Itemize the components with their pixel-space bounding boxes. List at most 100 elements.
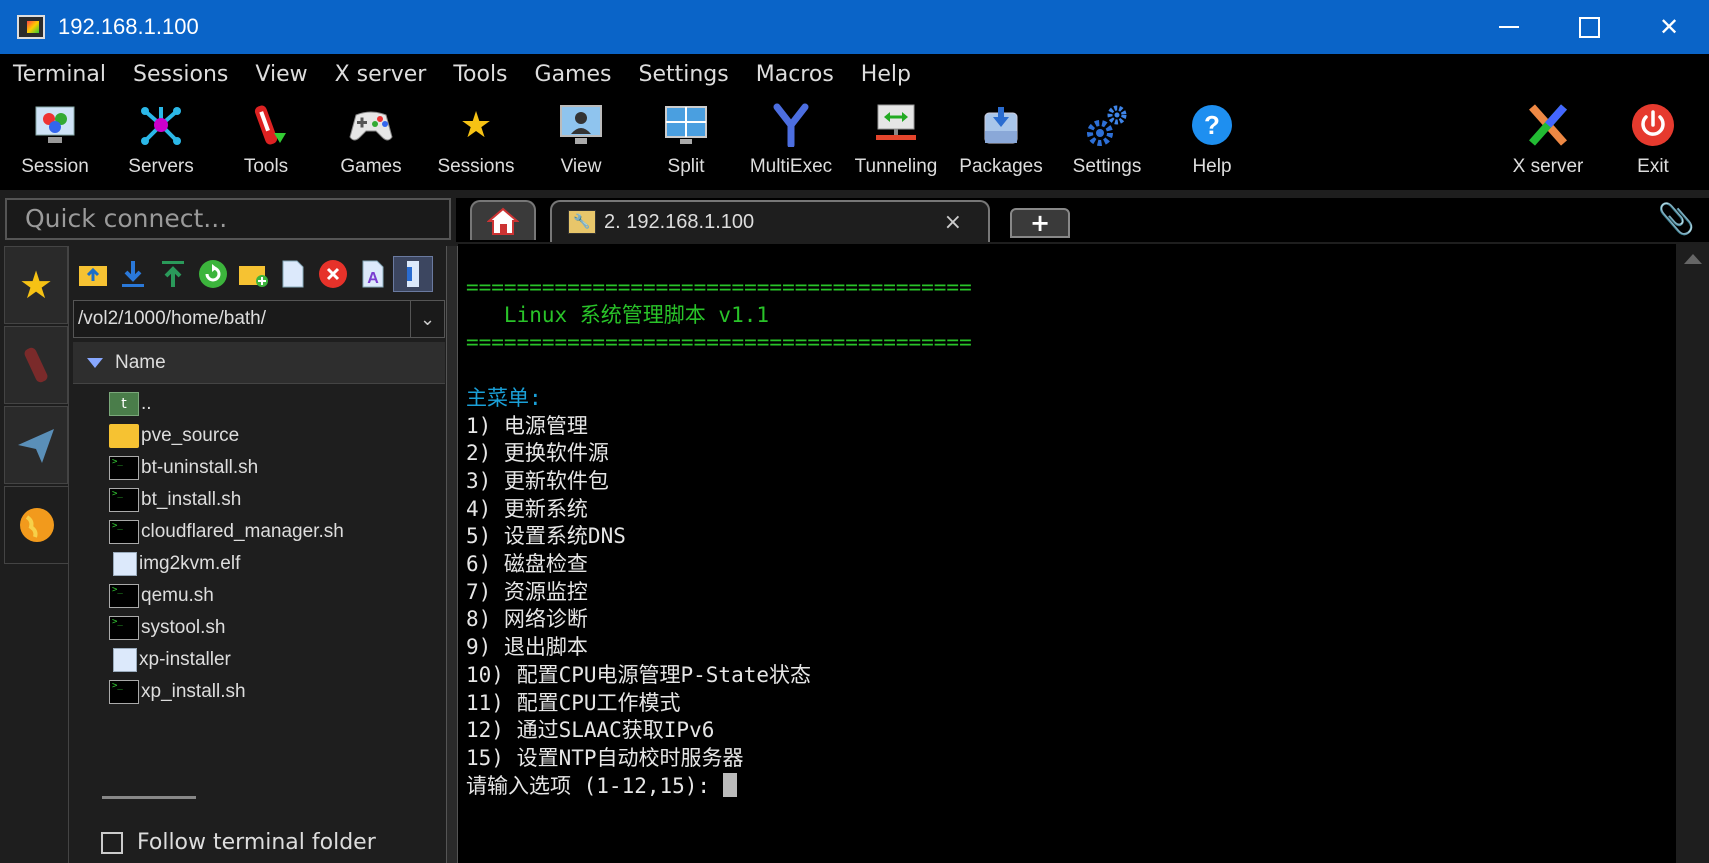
terminal-scrollbar[interactable] — [1676, 244, 1709, 863]
new-folder-button[interactable] — [233, 256, 273, 292]
servers-button[interactable]: Servers — [108, 98, 214, 186]
terminal-option: 12) 通过SLAAC获取IPv6 — [466, 718, 715, 743]
terminal-option: 1) 电源管理 — [466, 413, 588, 438]
star-icon: ★ — [18, 263, 54, 307]
list-item[interactable]: systool.sh — [109, 612, 449, 644]
menu-terminal[interactable]: Terminal — [13, 62, 106, 87]
script-icon — [109, 520, 139, 544]
download-icon — [122, 261, 144, 287]
menu-macros[interactable]: Macros — [756, 62, 834, 87]
tools-button[interactable]: Tools — [213, 98, 319, 186]
xserver-icon — [1525, 102, 1571, 148]
panel-splitter[interactable] — [102, 796, 196, 799]
sftp-panel: A /vol2/1000/home/bath/ ⌄ Name t.. pve_s… — [68, 246, 446, 863]
menu-help[interactable]: Help — [861, 62, 911, 87]
menu-settings[interactable]: Settings — [639, 62, 729, 87]
menu-x-server[interactable]: X server — [335, 62, 427, 87]
list-item[interactable]: xp-installer — [109, 644, 449, 676]
window-title: 192.168.1.100 — [58, 14, 199, 39]
upload-button[interactable] — [153, 256, 193, 292]
sidebar-sftp-tab[interactable] — [4, 486, 68, 564]
new-tab-button[interactable]: + — [1010, 208, 1070, 238]
list-item[interactable]: t.. — [109, 388, 449, 420]
sidebar-tools-tab[interactable] — [4, 326, 68, 404]
svg-text:A: A — [367, 270, 379, 287]
refresh-icon — [199, 260, 227, 288]
app-icon — [17, 15, 45, 39]
script-icon — [109, 456, 139, 480]
close-button[interactable]: ✕ — [1629, 0, 1709, 54]
settings-button[interactable]: Settings — [1054, 98, 1160, 186]
refresh-button[interactable] — [193, 256, 233, 292]
terminal-option: 15) 设置NTP自动校时服务器 — [466, 745, 744, 770]
exit-button[interactable]: Exit — [1600, 98, 1706, 186]
checkbox[interactable] — [101, 831, 123, 854]
delete-button[interactable] — [313, 256, 353, 292]
list-item[interactable]: bt_install.sh — [109, 484, 449, 516]
script-icon — [109, 488, 139, 512]
terminal-option: 5) 设置系统DNS — [466, 524, 626, 549]
properties-icon — [407, 261, 419, 287]
view-button[interactable]: View — [528, 98, 634, 186]
sessions-button[interactable]: ★ Sessions — [423, 98, 529, 186]
menu-tools[interactable]: Tools — [453, 62, 507, 87]
tunneling-icon — [873, 102, 919, 148]
pane-divider[interactable] — [446, 246, 458, 863]
terminal-cursor — [722, 772, 737, 797]
key-icon: 🔧 — [568, 210, 596, 234]
terminal-option: 6) 磁盘检查 — [466, 552, 588, 577]
menu-games[interactable]: Games — [535, 62, 612, 87]
menu-bar: Terminal Sessions View X server Tools Ga… — [0, 54, 1709, 94]
chevron-down-icon[interactable]: ⌄ — [410, 301, 444, 337]
paperclip-icon[interactable]: 📎 — [1658, 202, 1695, 237]
upload-icon — [162, 261, 184, 287]
sidebar-macros-tab[interactable] — [4, 406, 68, 484]
list-item[interactable]: cloudflared_manager.sh — [109, 516, 449, 548]
toolbar: Session Servers Tools Games ★ Sessions V… — [0, 94, 1709, 190]
list-item[interactable]: bt-uninstall.sh — [109, 452, 449, 484]
terminal-option: 11) 配置CPU工作模式 — [466, 690, 681, 715]
globe-icon — [19, 508, 54, 542]
sidebar-sessions-tab[interactable]: ★ — [4, 246, 68, 324]
session-icon — [32, 102, 78, 148]
home-tab[interactable] — [470, 200, 536, 240]
properties-button[interactable] — [393, 256, 433, 292]
file-icon — [113, 648, 137, 672]
xserver-button[interactable]: X server — [1495, 98, 1601, 186]
multiexec-button[interactable]: MultiExec — [738, 98, 844, 186]
tab-close-icon[interactable]: × — [944, 210, 962, 235]
list-item[interactable]: pve_source — [109, 420, 449, 452]
quick-connect-input[interactable]: Quick connect... — [5, 198, 451, 240]
maximize-button[interactable] — [1549, 0, 1629, 54]
gear-icon — [1084, 102, 1130, 148]
help-icon: ? — [1189, 102, 1235, 148]
menu-sessions[interactable]: Sessions — [133, 62, 228, 87]
folder-up-icon — [79, 266, 107, 286]
new-file-button[interactable] — [273, 256, 313, 292]
packages-button[interactable]: Packages — [948, 98, 1054, 186]
follow-terminal-folder-checkbox[interactable]: Follow terminal folder — [101, 830, 376, 855]
rename-button[interactable]: A — [353, 256, 393, 292]
file-list: t.. pve_source bt-uninstall.sh bt_instal… — [109, 388, 449, 708]
session-button[interactable]: Session — [2, 98, 108, 186]
parent-folder-button[interactable] — [73, 256, 113, 292]
file-icon — [113, 552, 137, 576]
help-button[interactable]: ? Help — [1159, 98, 1265, 186]
servers-icon — [138, 102, 184, 148]
tunneling-button[interactable]: Tunneling — [843, 98, 949, 186]
column-header-name[interactable]: Name — [73, 342, 445, 384]
split-button[interactable]: Split — [633, 98, 739, 186]
minimize-button[interactable] — [1469, 0, 1549, 54]
list-item[interactable]: img2kvm.elf — [109, 548, 449, 580]
list-item[interactable]: qemu.sh — [109, 580, 449, 612]
download-button[interactable] — [113, 256, 153, 292]
menu-view[interactable]: View — [255, 62, 307, 87]
terminal-rule: ======================================== — [466, 275, 972, 299]
games-icon — [348, 102, 394, 148]
games-button[interactable]: Games — [318, 98, 424, 186]
tab-session[interactable]: 🔧 2. 192.168.1.100 × — [550, 200, 990, 242]
terminal-output[interactable]: ========================================… — [458, 244, 1676, 863]
path-input[interactable]: /vol2/1000/home/bath/ ⌄ — [73, 300, 445, 338]
list-item[interactable]: xp_install.sh — [109, 676, 449, 708]
scroll-up-arrow-icon[interactable] — [1684, 254, 1702, 264]
